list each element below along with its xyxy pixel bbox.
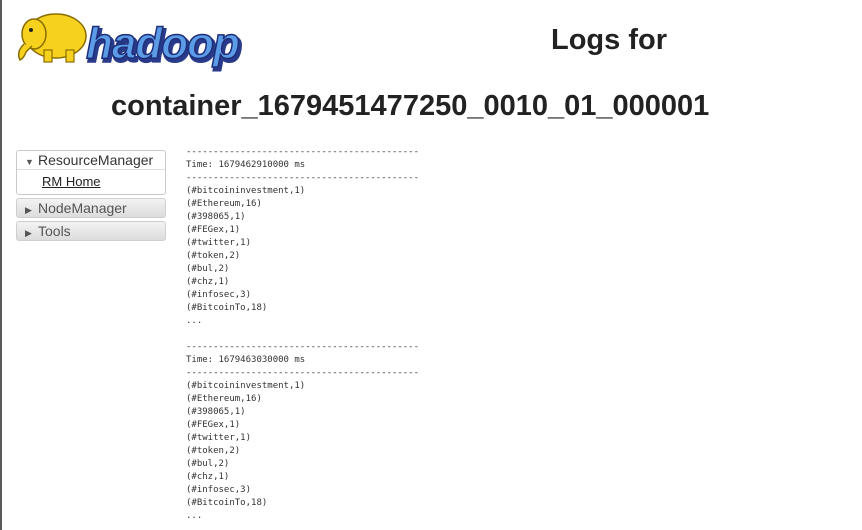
rm-home-link[interactable]: RM Home: [42, 174, 101, 189]
hadoop-elephant-logo-icon: hadoop hadoop: [17, 13, 243, 72]
nav-header-resourcemanager[interactable]: ▼ ResourceManager: [17, 151, 165, 169]
window-left-border: [0, 0, 2, 530]
log-entry: (#bul,2): [186, 459, 230, 469]
triangle-down-icon: ▼: [25, 157, 34, 167]
log-entry: (#FEGex,1): [186, 225, 241, 235]
log-entry: (#chz,1): [186, 472, 230, 482]
log-entry: (#FEGex,1): [186, 420, 241, 430]
log-time-line: Time: 1679463030000 ms: [186, 355, 306, 365]
hadoop-logo[interactable]: hadoop hadoop: [14, 6, 288, 72]
nav-header-nodemanager[interactable]: ▶ NodeManager: [16, 198, 166, 218]
nav-header-label: ResourceManager: [38, 152, 154, 168]
log-entry: (#398065,1): [186, 212, 246, 222]
log-entry: (#398065,1): [186, 407, 246, 417]
triangle-right-icon: ▶: [25, 205, 32, 215]
log-entry: (#twitter,1): [186, 433, 252, 443]
log-separator: ----------------------------------------…: [186, 147, 419, 157]
log-entry: (#Ethereum,16): [186, 199, 262, 209]
log-time-line: Time: 1679462910000 ms: [186, 160, 306, 170]
log-output: ----------------------------------------…: [186, 146, 436, 523]
page-title-container-id: container_1679451477250_0010_01_000001: [111, 90, 710, 122]
nav-section-resourcemanager: ▼ ResourceManager RM Home: [16, 150, 166, 195]
page-title-line1: Logs for: [551, 24, 667, 56]
log-entry: (#chz,1): [186, 277, 230, 287]
sidebar-nav: ▼ ResourceManager RM Home ▶ NodeManager ▶ T…: [16, 150, 166, 244]
log-entry: (#infosec,3): [186, 290, 252, 300]
log-entry: (#bitcoininvestment,1): [186, 381, 306, 391]
log-entry: (#token,2): [186, 446, 241, 456]
log-entry: (#BitcoinTo,18): [186, 303, 268, 313]
log-separator: ----------------------------------------…: [186, 342, 419, 352]
log-entry: (#token,2): [186, 251, 241, 261]
log-entry-ellipsis: ...: [186, 316, 203, 326]
triangle-right-icon: ▶: [25, 228, 32, 238]
log-separator: ----------------------------------------…: [186, 368, 419, 378]
nav-header-tools[interactable]: ▶ Tools: [16, 221, 166, 241]
log-entry: (#twitter,1): [186, 238, 252, 248]
log-entry: (#bul,2): [186, 264, 230, 274]
log-entry: (#Ethereum,16): [186, 394, 262, 404]
log-entry-ellipsis: ...: [186, 511, 203, 521]
nav-header-label: Tools: [38, 223, 71, 239]
nav-section-links: RM Home: [17, 169, 165, 194]
nav-header-label: NodeManager: [38, 200, 127, 216]
log-blank-line: [186, 328, 436, 341]
log-entry: (#infosec,3): [186, 485, 252, 495]
log-entry: (#bitcoininvestment,1): [186, 186, 306, 196]
logo-wordmark: hadoop: [86, 19, 239, 68]
log-separator: ----------------------------------------…: [186, 173, 419, 183]
log-entry: (#BitcoinTo,18): [186, 498, 268, 508]
